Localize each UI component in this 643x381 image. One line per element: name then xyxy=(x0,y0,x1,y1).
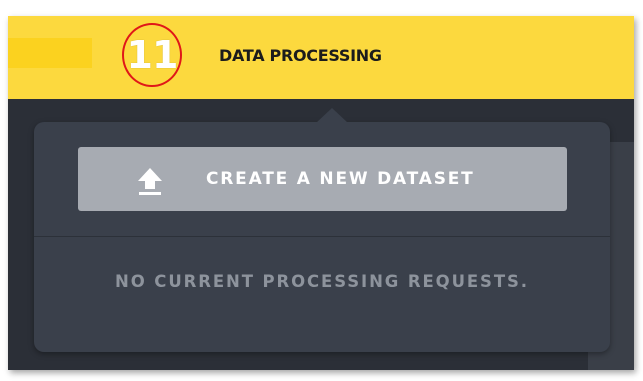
upload-icon xyxy=(138,168,162,195)
empty-requests-message: NO CURRENT PROCESSING REQUESTS. xyxy=(115,272,529,291)
create-new-dataset-label: CREATE A NEW DATASET xyxy=(206,169,475,189)
top-bar-left-block xyxy=(8,38,92,68)
top-bar: 11 DATA PROCESSING xyxy=(8,16,634,99)
data-processing-dropdown: CREATE A NEW DATASET NO CURRENT PROCESSI… xyxy=(34,108,610,352)
app-frame: 11 DATA PROCESSING CREATE A NEW DATASET … xyxy=(8,16,634,370)
data-processing-menu[interactable]: DATA PROCESSING xyxy=(219,46,382,65)
create-new-dataset-button[interactable]: CREATE A NEW DATASET xyxy=(78,147,567,211)
dropdown-divider xyxy=(34,236,610,237)
dropdown-caret xyxy=(316,108,348,123)
step-number: 11 xyxy=(126,33,179,77)
step-number-annotation: 11 xyxy=(122,23,182,87)
